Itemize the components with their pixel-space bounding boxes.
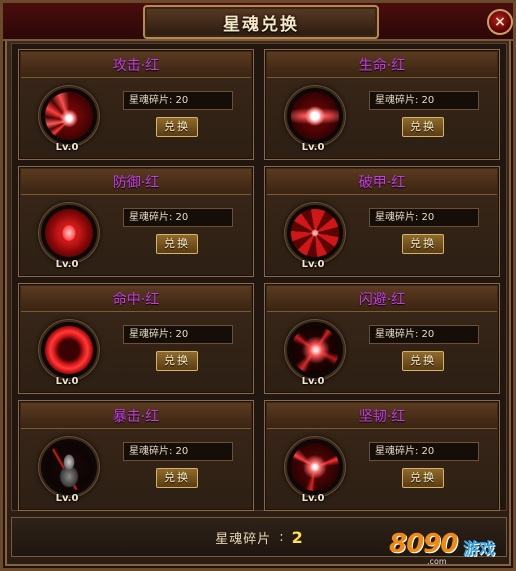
shard-cost: 星魂碎片: 20 [123,208,233,227]
card-title: 生命·红 [358,57,406,74]
winged-heart-orb-icon [285,86,345,146]
window-title: 星魂兑换 [223,14,299,35]
exchange-card-life: 生命·红 Lv.0 星魂碎片: 20 兑换 [264,49,500,160]
exchange-card-attack: 攻击·红 Lv.0 星魂碎片: 20 兑换 [18,49,254,160]
shield-orb-icon [39,203,99,263]
shard-cost: 星魂碎片: 20 [123,442,233,461]
card-header: 生命·红 [267,52,497,78]
orb-image [45,92,93,140]
close-icon: × [494,14,506,30]
card-header: 破甲·红 [267,169,497,195]
armored-warrior-orb-icon [39,437,99,497]
level-label: Lv.0 [301,259,325,270]
card-title: 攻击·红 [112,57,160,74]
exchange-button[interactable]: 兑换 [402,351,444,371]
ring-orb-icon [39,320,99,380]
shard-cost: 星魂碎片: 20 [369,208,479,227]
exchange-grid: 攻击·红 Lv.0 星魂碎片: 20 兑换 生命·红 Lv.0 星魂碎片: 20… [11,43,507,511]
exchange-button[interactable]: 兑换 [156,234,198,254]
exchange-button[interactable]: 兑换 [402,117,444,137]
winged-flame-orb-icon [39,86,99,146]
card-title: 命中·红 [112,291,160,308]
exchange-card-defense: 防御·红 Lv.0 星魂碎片: 20 兑换 [18,166,254,277]
card-title: 破甲·红 [358,174,406,191]
shard-cost: 星魂碎片: 20 [123,325,233,344]
card-title: 坚韧·红 [358,408,406,425]
orb-image [45,443,93,491]
level-label: Lv.0 [301,376,325,387]
exchange-card-dodge: 闪避·红 Lv.0 星魂碎片: 20 兑换 [264,283,500,394]
shard-balance-colon: : [279,529,284,545]
level-label: Lv.0 [55,493,79,504]
card-header: 攻击·红 [21,52,251,78]
shard-cost: 星魂碎片: 20 [369,325,479,344]
orb-image [291,443,339,491]
shard-balance-count: 2 [291,527,303,547]
card-title: 暴击·红 [112,408,160,425]
exchange-button[interactable]: 兑换 [156,117,198,137]
exchange-card-toughness: 坚韧·红 Lv.0 星魂碎片: 20 兑换 [264,400,500,511]
card-header: 暴击·红 [21,403,251,429]
exchange-button[interactable]: 兑换 [402,468,444,488]
orb-image [45,209,93,257]
card-header: 命中·红 [21,286,251,312]
exchange-card-armor-break: 破甲·红 Lv.0 星魂碎片: 20 兑换 [264,166,500,277]
level-label: Lv.0 [55,376,79,387]
orb-image [291,92,339,140]
exchange-card-accuracy: 命中·红 Lv.0 星魂碎片: 20 兑换 [18,283,254,394]
level-label: Lv.0 [301,493,325,504]
title-bar: 星魂兑换 × [3,3,513,41]
site-watermark-logo: 8090 游戏 .com [387,521,513,567]
watermark-text: 游戏 [463,539,496,558]
shard-cost: 星魂碎片: 20 [369,442,479,461]
exchange-button[interactable]: 兑换 [156,351,198,371]
level-label: Lv.0 [55,259,79,270]
vortex-orb-icon [285,203,345,263]
spark-orb-icon [285,437,345,497]
watermark-suffix: .com [427,557,447,566]
title-plaque: 星魂兑换 [143,5,379,39]
orb-image [291,209,339,257]
shard-cost: 星魂碎片: 20 [123,91,233,110]
level-label: Lv.0 [301,142,325,153]
burst-orb-icon [285,320,345,380]
card-header: 坚韧·红 [267,403,497,429]
orb-image [291,326,339,374]
level-label: Lv.0 [55,142,79,153]
exchange-button[interactable]: 兑换 [156,468,198,488]
card-header: 防御·红 [21,169,251,195]
card-title: 闪避·红 [358,291,406,308]
star-soul-exchange-window: 星魂兑换 × 攻击·红 Lv.0 星魂碎片: 20 兑换 生命·红 Lv.0 星… [0,0,516,571]
close-button[interactable]: × [487,9,513,35]
watermark-digits: 8090 [389,529,458,559]
exchange-card-critical: 暴击·红 Lv.0 星魂碎片: 20 兑换 [18,400,254,511]
exchange-button[interactable]: 兑换 [402,234,444,254]
card-header: 闪避·红 [267,286,497,312]
shard-balance-label: 星魂碎片 [215,531,272,547]
card-title: 防御·红 [112,174,160,191]
orb-image [45,326,93,374]
shard-cost: 星魂碎片: 20 [369,91,479,110]
